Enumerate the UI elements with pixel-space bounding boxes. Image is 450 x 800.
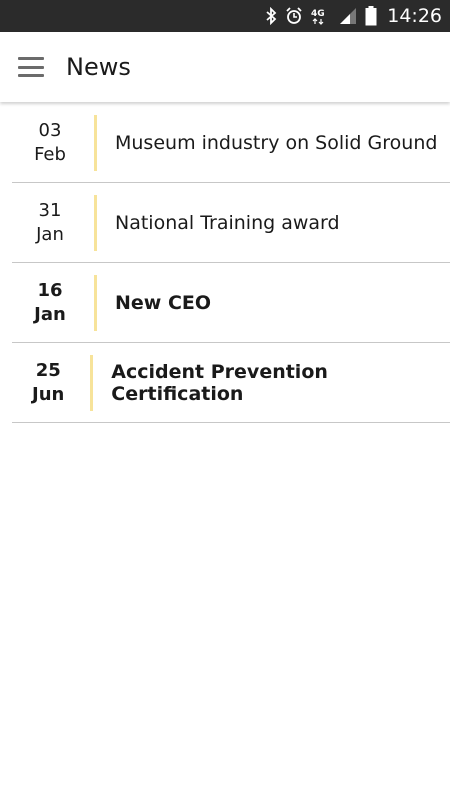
status-time: 14:26 [387, 5, 442, 27]
page-title: News [66, 53, 131, 81]
news-item[interactable]: 31 Jan National Training award [12, 183, 450, 263]
news-item-unread[interactable]: 25 Jun Accident Prevention Certification [12, 343, 450, 423]
news-item[interactable]: 03 Feb Museum industry on Solid Ground [12, 103, 450, 183]
network-4g-icon: 4G [311, 7, 331, 25]
news-month: Feb [34, 143, 66, 165]
battery-icon [365, 6, 377, 26]
news-date: 16 Jan [12, 279, 88, 327]
app-bar: News [0, 32, 450, 102]
news-item-unread[interactable]: 16 Jan New CEO [12, 263, 450, 343]
news-day: 31 [38, 199, 62, 221]
news-title: New CEO [115, 291, 212, 314]
accent-divider [94, 114, 97, 171]
news-date: 31 Jan [12, 199, 88, 247]
news-title: Museum industry on Solid Ground [115, 131, 438, 154]
news-list: 03 Feb Museum industry on Solid Ground 3… [12, 103, 450, 423]
alarm-icon [285, 7, 303, 25]
accent-divider [90, 354, 94, 411]
bluetooth-icon [265, 7, 277, 25]
news-title: National Training award [115, 211, 340, 234]
news-month: Jan [34, 303, 66, 325]
signal-icon [339, 7, 357, 25]
accent-divider [94, 194, 97, 251]
svg-text:4G: 4G [311, 9, 325, 19]
news-title: Accident Prevention Certification [111, 360, 328, 405]
news-month: Jun [32, 383, 65, 405]
news-day: 16 [37, 279, 63, 301]
hamburger-menu-icon[interactable] [18, 57, 44, 77]
news-month: Jan [36, 223, 64, 245]
news-date: 03 Feb [12, 119, 88, 167]
news-date: 25 Jun [12, 359, 84, 407]
news-day: 25 [35, 359, 61, 381]
news-day: 03 [38, 119, 62, 141]
accent-divider [94, 274, 97, 331]
status-bar: 4G 14:26 [0, 0, 450, 32]
